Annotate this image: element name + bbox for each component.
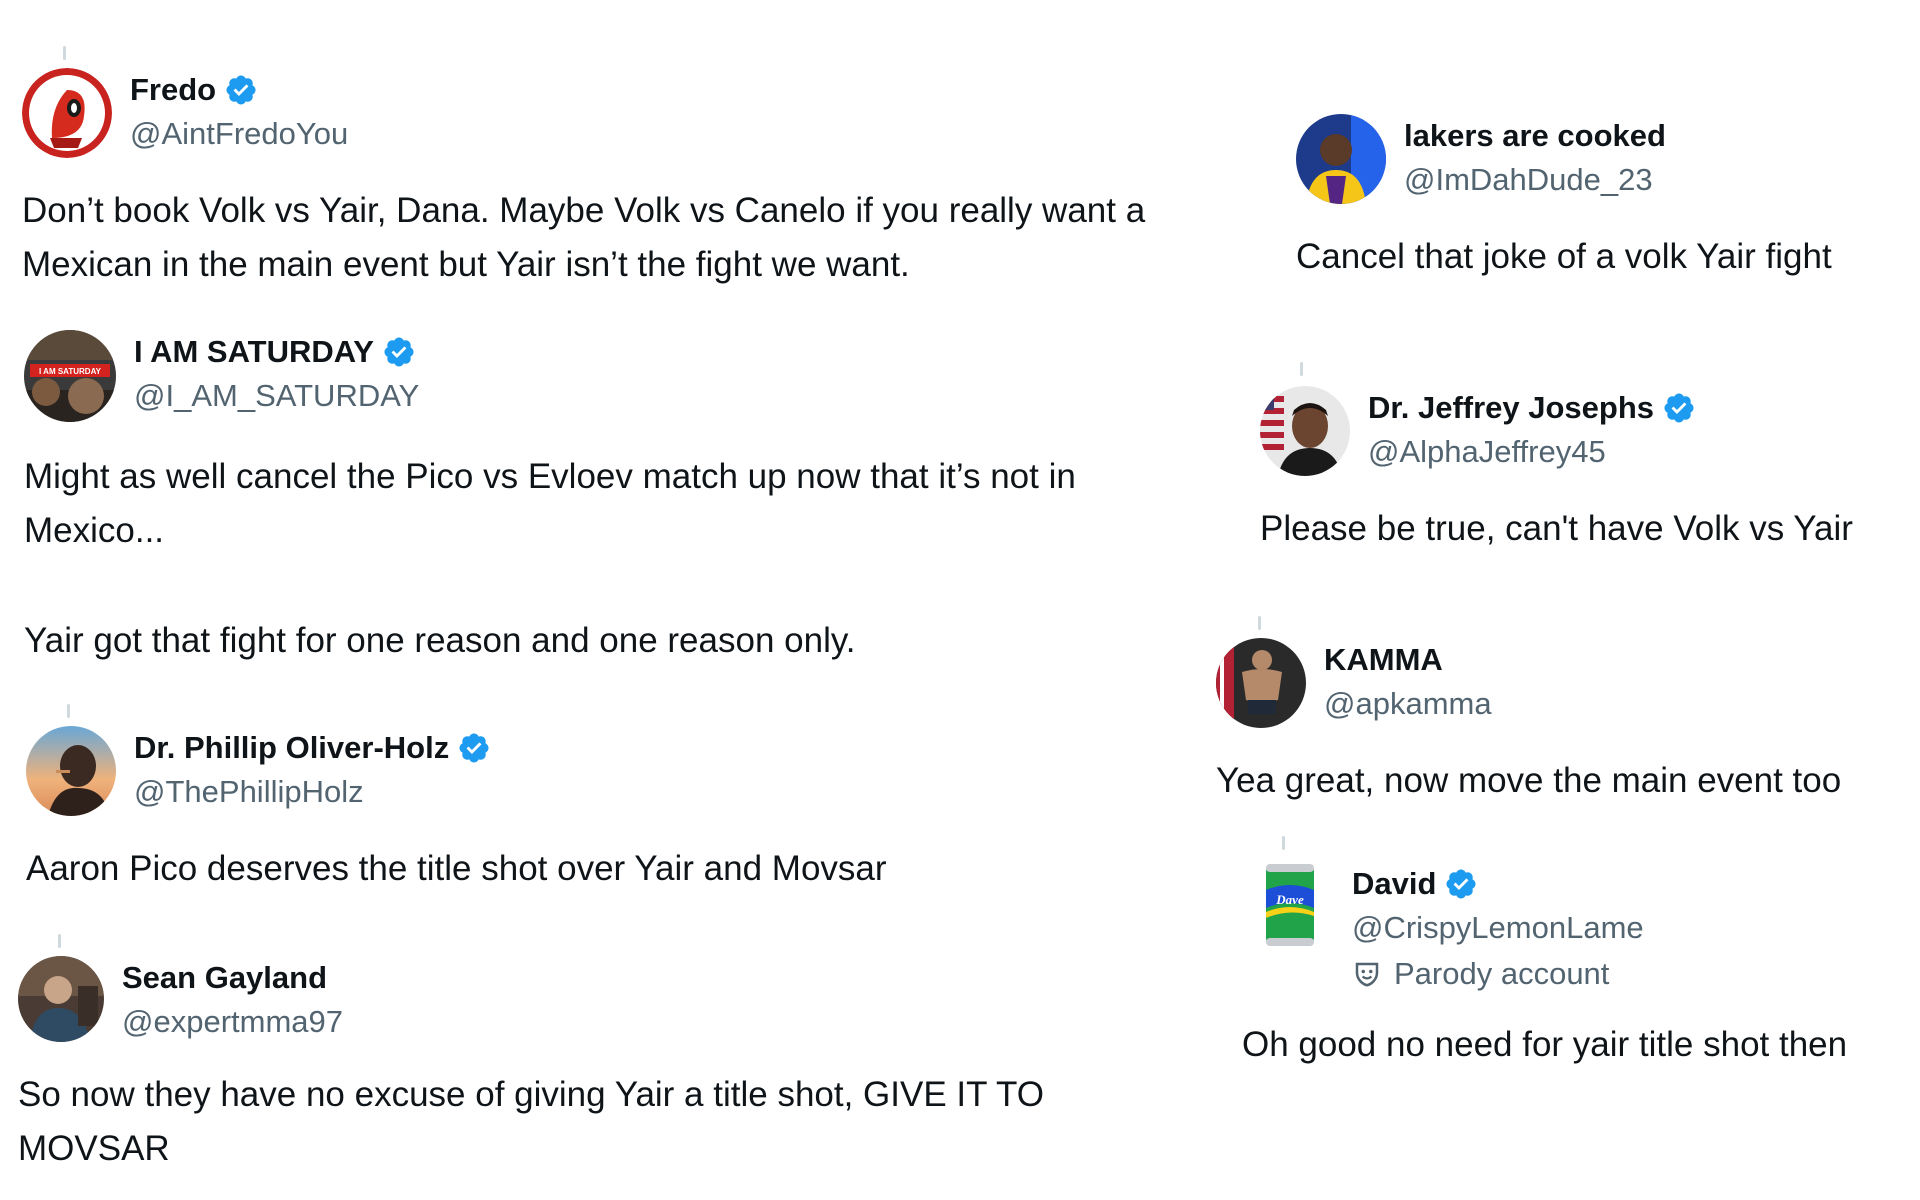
user-handle[interactable]: @ThePhillipHolz [134,774,491,810]
tweet-text: Cancel that joke of a volk Yair fight [1296,237,1832,276]
tweet-text: Might as well cancel the Pico vs Evloev … [24,457,1076,660]
tweet-i-am-saturday[interactable]: I AM SATURDAY I AM SATURDAY @I_AM_SATURD… [24,330,1076,668]
user-handle[interactable]: @I_AM_SATURDAY [134,378,419,414]
tweet-text: Oh good no need for yair title shot then [1242,1025,1848,1064]
tweet-text: Don’t book Volk vs Yair, Dana. Maybe Vol… [22,191,1146,284]
display-name[interactable]: David [1352,866,1436,902]
display-name[interactable]: lakers are cooked [1404,118,1666,154]
thread-connector [67,704,70,718]
man-flag-avatar[interactable] [1260,386,1350,476]
thread-connector [1300,362,1303,376]
tweet-david[interactable]: Dave David @CrispyLemonLame Parody accou… [1242,862,1847,1072]
man-sunset-avatar[interactable] [26,726,116,816]
verified-badge-icon[interactable] [1444,867,1478,901]
user-handle[interactable]: @AintFredoYou [130,116,348,152]
thread-connector [58,934,61,948]
display-name[interactable]: Sean Gayland [122,960,327,996]
avatar-label: I AM SATURDAY [39,367,102,376]
thread-connector [63,46,66,60]
verified-badge-icon[interactable] [382,335,416,369]
tweet-text: So now they have no excuse of giving Yai… [18,1075,1044,1168]
user-handle[interactable]: @expertmma97 [122,1004,343,1040]
saturday-avatar[interactable]: I AM SATURDAY [24,330,116,422]
parody-text: Parody account [1394,956,1610,991]
user-handle[interactable]: @AlphaJeffrey45 [1368,434,1696,470]
user-handle[interactable]: @CrispyLemonLame [1352,910,1644,946]
tweet-text: Aaron Pico deserves the title shot over … [26,849,887,888]
display-name[interactable]: I AM SATURDAY [134,334,374,370]
tweet-phillip-oliver-holz[interactable]: Dr. Phillip Oliver-Holz @ThePhillipHolz … [26,726,887,896]
basketball-player-avatar[interactable] [1296,114,1386,204]
tweet-jeffrey-josephs[interactable]: Dr. Jeffrey Josephs @AlphaJeffrey45 Plea… [1260,386,1853,556]
display-name[interactable]: Dr. Phillip Oliver-Holz [134,730,449,766]
deadpool-avatar[interactable] [22,68,112,158]
display-name[interactable]: Fredo [130,72,216,108]
theater-mask-icon [1355,962,1379,987]
user-handle[interactable]: @ImDahDude_23 [1404,162,1666,198]
thread-connector [1282,836,1285,850]
display-name[interactable]: Dr. Jeffrey Josephs [1368,390,1654,426]
tweet-text: Please be true, can't have Volk vs Yair [1260,509,1853,548]
tweet-kamma[interactable]: KAMMA @apkamma Yea great, now move the m… [1216,638,1841,808]
verified-badge-icon[interactable] [457,731,491,765]
verified-badge-icon[interactable] [224,73,258,107]
verified-badge-icon[interactable] [1662,391,1696,425]
user-handle[interactable]: @apkamma [1324,686,1492,722]
thread-connector [1258,616,1261,630]
display-name[interactable]: KAMMA [1324,642,1443,678]
fighter-avatar[interactable] [1216,638,1306,728]
tweet-lakers-are-cooked[interactable]: lakers are cooked @ImDahDude_23 Cancel t… [1296,114,1832,284]
can-label: Dave [1275,892,1304,907]
parody-account-label: Parody account [1352,956,1644,992]
tweet-text: Yea great, now move the main event too [1216,761,1842,800]
tweet-fredo[interactable]: Fredo @AintFredoYou Don’t book Volk vs Y… [22,68,1145,292]
man-outdoor-avatar[interactable] [18,956,104,1042]
tweet-sean-gayland[interactable]: Sean Gayland @expertmma97 So now they ha… [18,956,1044,1176]
soda-can-avatar[interactable]: Dave [1260,862,1320,948]
